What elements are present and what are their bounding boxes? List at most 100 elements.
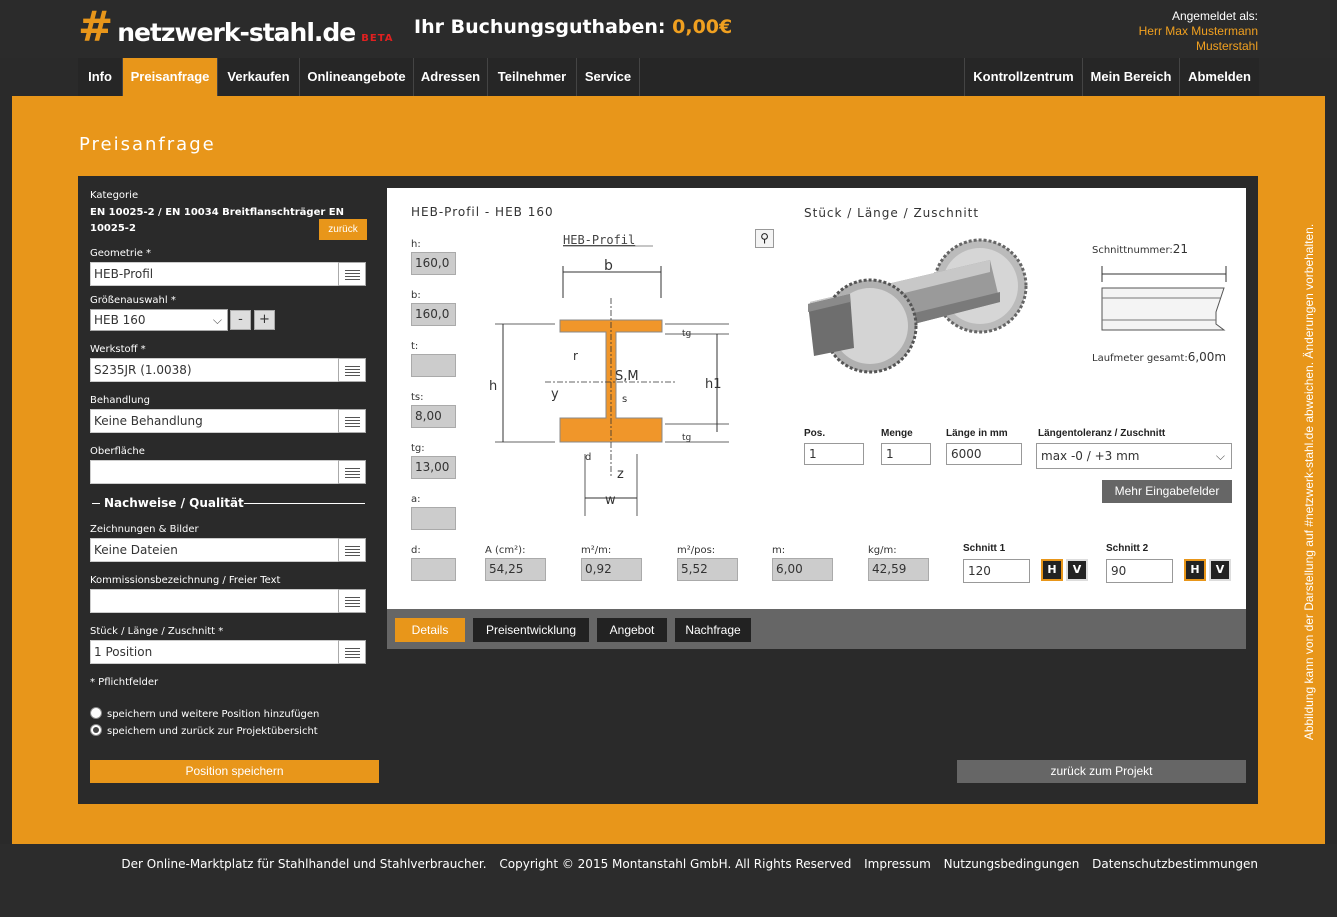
size-plus-button[interactable]: +: [254, 310, 275, 330]
save-position-button[interactable]: Position speichern: [90, 760, 379, 783]
side-note: Abbildung kann von der Darstellung auf #…: [1299, 176, 1319, 788]
tab-nachfrage[interactable]: Nachfrage: [675, 618, 751, 642]
cut-vertical-icon[interactable]: V: [1209, 559, 1231, 581]
dim-value-a: [411, 507, 456, 530]
tab-details[interactable]: Details: [395, 618, 465, 642]
bottom-value-m2m: 0,92: [581, 558, 642, 581]
werkstoff-label: Werkstoff *: [90, 344, 146, 355]
logo-hash: #: [78, 2, 114, 51]
logo[interactable]: # netzwerk-stahl.de BETA: [78, 6, 394, 48]
back-to-project-button[interactable]: zurück zum Projekt: [957, 760, 1246, 783]
laufmeter-value: 6,00m: [1187, 350, 1227, 364]
toleranz-value: max -0 / +3 mm: [1041, 449, 1140, 463]
drawing-sm: S,M: [615, 369, 639, 384]
nav-info[interactable]: Info: [78, 58, 123, 96]
user-name[interactable]: Herr Max Mustermann: [1139, 24, 1258, 39]
footer-tagline: Der Online-Marktplatz für Stahlhandel un…: [121, 857, 487, 871]
footer-impressum-link[interactable]: Impressum: [864, 857, 931, 871]
menge-field[interactable]: 1: [881, 443, 931, 465]
page-title: Preisanfrage: [79, 134, 216, 155]
kommission-field[interactable]: [90, 589, 340, 613]
nav-preisanfrage[interactable]: Preisanfrage: [123, 58, 218, 96]
drawing-tg-top: tg: [682, 329, 691, 339]
laenge-field[interactable]: 6000: [946, 443, 1022, 465]
side-note-text: Abbildung kann von der Darstellung auf #…: [1302, 223, 1316, 741]
footer-text: Der Online-Marktplatz für Stahlhandel un…: [112, 857, 1258, 871]
list-icon[interactable]: [338, 589, 366, 613]
profile-drawing: HEB-Profil b h h1 tg tg y S,M r s z w d: [489, 233, 729, 516]
list-icon[interactable]: [338, 460, 366, 484]
drawing-b: b: [604, 258, 613, 274]
kategorie-label: Kategorie: [90, 190, 139, 201]
nav-kontrollzentrum[interactable]: Kontrollzentrum: [964, 58, 1082, 96]
pos-field[interactable]: 1: [804, 443, 864, 465]
radio-back-overview[interactable]: [90, 724, 102, 736]
groesse-select[interactable]: HEB 160 ⌵: [90, 309, 228, 331]
saw-illustration: [808, 238, 1028, 374]
nav-teilnehmer[interactable]: Teilnehmer: [488, 58, 577, 96]
radio-add-position[interactable]: [90, 707, 102, 719]
groesse-value: HEB 160: [94, 313, 146, 327]
nav-mein-bereich[interactable]: Mein Bereich: [1082, 58, 1179, 96]
list-icon[interactable]: [338, 640, 366, 664]
nav-verkaufen[interactable]: Verkaufen: [218, 58, 300, 96]
toleranz-select[interactable]: max -0 / +3 mm ⌵: [1036, 443, 1232, 469]
stueck-field[interactable]: 1 Position: [90, 640, 340, 664]
drawing-tg-bottom: tg: [682, 433, 691, 443]
dim-label-a: a:: [411, 494, 421, 505]
list-icon[interactable]: [338, 358, 366, 382]
cut-horizontal-icon[interactable]: H: [1184, 559, 1206, 581]
bottom-value-d: [411, 558, 456, 581]
list-icon[interactable]: [338, 409, 366, 433]
credit-label: Ihr Buchungsguthaben:: [414, 16, 666, 38]
kommission-label: Kommissionsbezeichnung / Freier Text: [90, 575, 281, 586]
cut-horizontal-icon[interactable]: H: [1041, 559, 1063, 581]
zoom-icon[interactable]: ⚲: [755, 229, 774, 248]
schnitt1-field[interactable]: 120: [963, 559, 1030, 583]
drawing-r: r: [573, 349, 578, 363]
bottom-value-kgm: 42,59: [868, 558, 929, 581]
dim-label-tg: tg:: [411, 443, 425, 454]
bottom-value-m2pos: 5,52: [677, 558, 738, 581]
radio-add-label: speichern und weitere Position hinzufüge…: [107, 709, 320, 720]
list-icon[interactable]: [338, 262, 366, 286]
cut-vertical-icon[interactable]: V: [1066, 559, 1088, 581]
oberflaeche-field[interactable]: [90, 460, 340, 484]
pflicht-note: * Pflichtfelder: [90, 677, 159, 688]
footer: [0, 844, 1337, 917]
dim-value-t: [411, 354, 456, 377]
profile-title: HEB-Profil - HEB 160: [411, 205, 554, 219]
bottom-value-a: 54,25: [485, 558, 546, 581]
drawing-y: y: [551, 387, 559, 402]
footer-nutzung-link[interactable]: Nutzungsbedingungen: [944, 857, 1080, 871]
nav-abmelden[interactable]: Abmelden: [1179, 58, 1259, 96]
behandlung-field[interactable]: Keine Behandlung: [90, 409, 340, 433]
nav-service[interactable]: Service: [577, 58, 640, 96]
bottom-label-m2pos: m²/pos:: [677, 545, 716, 556]
zeichnungen-field[interactable]: Keine Dateien: [90, 538, 340, 562]
schnitt2-field[interactable]: 90: [1106, 559, 1173, 583]
nav-adressen[interactable]: Adressen: [414, 58, 488, 96]
stueck-label: Stück / Länge / Zuschnitt *: [90, 626, 224, 637]
list-icon[interactable]: [338, 538, 366, 562]
oberflaeche-label: Oberfläche: [90, 446, 145, 457]
geometrie-field[interactable]: HEB-Profil: [90, 262, 340, 286]
laufmeter: Laufmeter gesamt:6,00m: [1092, 350, 1226, 364]
dim-value-b: 160,0: [411, 303, 456, 326]
tab-angebot[interactable]: Angebot: [597, 618, 667, 642]
user-company[interactable]: Musterstahl: [1139, 39, 1258, 54]
kategorie-back-button[interactable]: zurück: [319, 219, 367, 240]
schnitt-nr-value: 21: [1172, 242, 1189, 256]
credit-balance: Ihr Buchungsguthaben: 0,00€: [414, 16, 732, 38]
werkstoff-field[interactable]: S235JR (1.0038): [90, 358, 340, 382]
drawing-z: z: [617, 467, 624, 482]
dim-label-b: b:: [411, 290, 421, 301]
footer-datenschutz-link[interactable]: Datenschutzbestimmungen: [1092, 857, 1258, 871]
size-minus-button[interactable]: -: [230, 310, 251, 330]
cut-title: Stück / Länge / Zuschnitt: [804, 206, 980, 220]
nav-onlineangebote[interactable]: Onlineangebote: [300, 58, 414, 96]
tab-preisentwicklung[interactable]: Preisentwicklung: [473, 618, 589, 642]
dim-label-t: t:: [411, 341, 419, 352]
more-fields-button[interactable]: Mehr Eingabefelder: [1102, 480, 1232, 503]
schnitt-nr-label: Schnittnummer:: [1092, 245, 1173, 256]
